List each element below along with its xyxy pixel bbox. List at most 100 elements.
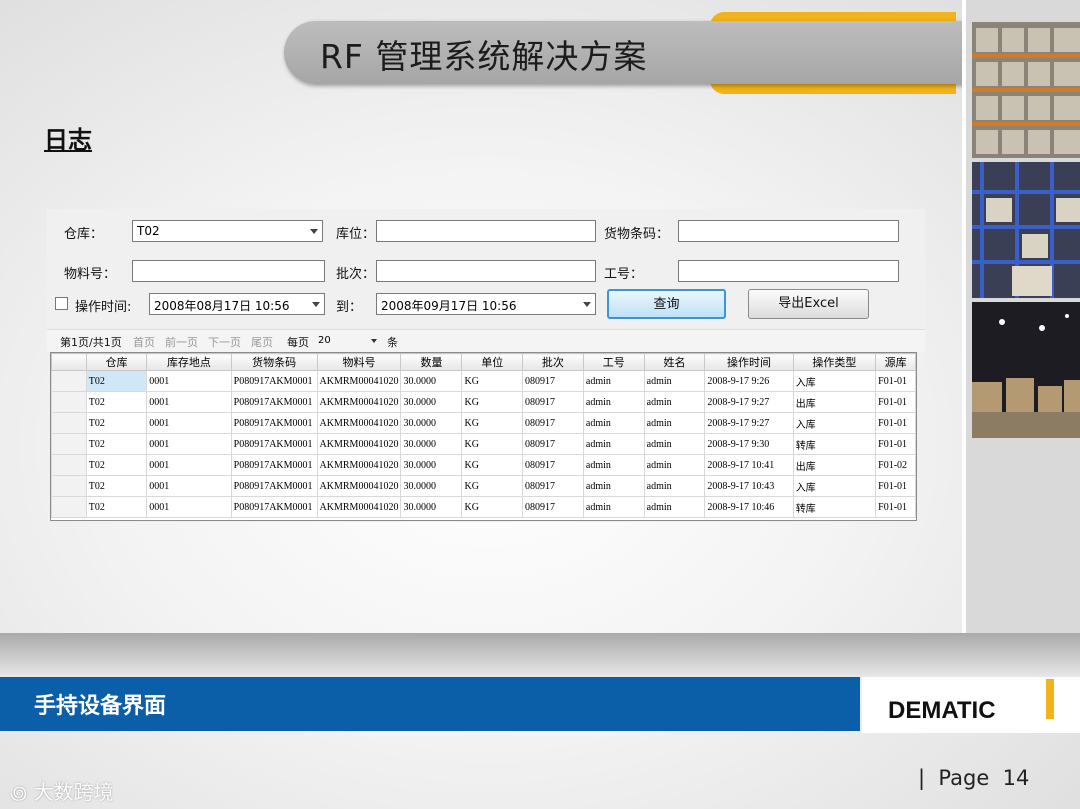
table-cell[interactable]: 0001 (146, 370, 232, 392)
table-cell[interactable]: KG (461, 454, 523, 476)
table-cell[interactable]: 入库 (792, 475, 877, 497)
table-cell[interactable]: 出库 (792, 391, 877, 413)
table-cell[interactable]: 30.0000 (400, 370, 463, 392)
column-header[interactable]: 操作时间 (704, 353, 794, 371)
column-header[interactable]: 源库 (875, 353, 916, 371)
table-cell[interactable]: 入库 (792, 370, 877, 392)
export-excel-button[interactable]: 导出Excel (748, 289, 869, 319)
table-cell[interactable]: 080917 (521, 496, 584, 518)
table-cell[interactable]: P080917AKM0001 (230, 496, 318, 518)
table-cell[interactable]: KG (461, 412, 523, 434)
table-cell[interactable]: admin (643, 370, 706, 392)
column-header[interactable]: 物料号 (316, 353, 402, 371)
column-header[interactable]: 工号 (582, 353, 645, 371)
table-cell[interactable]: 080917 (521, 412, 584, 434)
table-cell[interactable]: AKMRM00041020 (316, 433, 402, 455)
table-cell[interactable]: 入库 (792, 412, 877, 434)
table-cell[interactable]: AKMRM00041020 (316, 391, 402, 413)
table-row[interactable]: T02 0001 P080917AKM0001 AKMRM00041020 30.000… (51, 454, 916, 476)
table-cell[interactable]: F01-01 (875, 370, 916, 392)
column-header[interactable]: 姓名 (643, 353, 706, 371)
column-header[interactable]: 货物条码 (230, 353, 318, 371)
column-header[interactable]: 批次 (521, 353, 584, 371)
optime-checkbox[interactable] (55, 297, 68, 310)
table-cell[interactable]: 30.0000 (400, 496, 463, 518)
table-cell[interactable]: 080917 (521, 433, 584, 455)
from-date-picker[interactable]: 2008年08月17日 10:56 (149, 293, 325, 315)
table-cell[interactable]: 2008-9-17 10:46 (704, 496, 794, 518)
table-cell[interactable]: 0001 (146, 412, 232, 434)
row-header[interactable] (51, 370, 87, 392)
table-cell[interactable]: 30.0000 (400, 454, 463, 476)
table-cell[interactable]: AKMRM00041020 (316, 496, 402, 518)
table-cell[interactable]: P080917AKM0001 (230, 475, 318, 497)
table-cell[interactable]: admin (582, 370, 645, 392)
table-cell[interactable]: 30.0000 (400, 433, 463, 455)
table-cell[interactable]: AKMRM00041020 (316, 475, 402, 497)
row-header[interactable] (51, 496, 87, 518)
table-cell[interactable]: AKMRM00041020 (316, 412, 402, 434)
next-page-link[interactable]: 下一页 (208, 334, 241, 350)
table-cell[interactable]: admin (643, 496, 706, 518)
table-cell[interactable]: KG (461, 433, 523, 455)
prev-page-link[interactable]: 前一页 (165, 334, 198, 350)
table-cell[interactable]: KG (461, 391, 523, 413)
first-page-link[interactable]: 首页 (133, 334, 155, 350)
table-cell[interactable]: admin (582, 454, 645, 476)
table-cell[interactable]: 转库 (792, 433, 877, 455)
warehouse-select[interactable]: T02 (132, 220, 323, 242)
table-cell[interactable]: T02 (85, 412, 148, 434)
table-cell[interactable]: 080917 (521, 391, 584, 413)
table-cell[interactable]: admin (582, 475, 645, 497)
table-cell[interactable]: T02 (85, 433, 148, 455)
table-cell[interactable]: admin (643, 433, 706, 455)
row-header[interactable] (51, 412, 87, 434)
table-cell[interactable]: AKMRM00041020 (316, 370, 402, 392)
table-row[interactable]: T02 0001 P080917AKM0001 AKMRM00041020 30.000… (51, 370, 916, 392)
worker-input[interactable] (678, 260, 899, 282)
table-cell[interactable]: 080917 (521, 454, 584, 476)
table-cell[interactable]: F01-01 (875, 391, 916, 413)
table-cell[interactable]: T02 (85, 370, 148, 392)
table-cell[interactable]: 0001 (146, 496, 232, 518)
table-cell[interactable]: P080917AKM0001 (230, 391, 318, 413)
table-cell[interactable]: KG (461, 496, 523, 518)
table-cell[interactable]: 0001 (146, 391, 232, 413)
column-header[interactable]: 操作类型 (792, 353, 877, 371)
table-cell[interactable]: AKMRM00041020 (316, 454, 402, 476)
table-cell[interactable]: 0001 (146, 454, 232, 476)
table-cell[interactable]: 0001 (146, 433, 232, 455)
last-page-link[interactable]: 尾页 (251, 334, 273, 350)
table-cell[interactable]: admin (582, 496, 645, 518)
table-cell[interactable]: 出库 (792, 454, 877, 476)
table-cell[interactable]: 2008-9-17 9:27 (704, 412, 794, 434)
table-cell[interactable]: T02 (85, 475, 148, 497)
table-cell[interactable]: 转库 (792, 496, 877, 518)
table-cell[interactable]: P080917AKM0001 (230, 454, 318, 476)
table-cell[interactable]: T02 (85, 454, 148, 476)
table-cell[interactable]: T02 (85, 496, 148, 518)
column-header[interactable]: 库存地点 (146, 353, 232, 371)
table-cell[interactable]: 2008-9-17 9:30 (704, 433, 794, 455)
table-cell[interactable]: F01-02 (875, 454, 916, 476)
table-cell[interactable]: P080917AKM0001 (230, 433, 318, 455)
to-date-picker[interactable]: 2008年09月17日 10:56 (376, 293, 596, 315)
table-cell[interactable]: P080917AKM0001 (230, 412, 318, 434)
batch-input[interactable] (376, 260, 596, 282)
per-page-select[interactable]: 20 (315, 333, 381, 348)
table-cell[interactable]: 30.0000 (400, 475, 463, 497)
table-cell[interactable]: 2008-9-17 9:27 (704, 391, 794, 413)
location-input[interactable] (376, 220, 596, 242)
query-button[interactable]: 查询 (607, 289, 726, 319)
table-cell[interactable]: 0001 (146, 475, 232, 497)
log-data-grid[interactable]: 仓库 库存地点 货物条码 物料号 数量 单位 批次 工号 姓名 操作时间 操作类… (50, 352, 917, 521)
row-header[interactable] (51, 391, 87, 413)
table-cell[interactable]: 2008-9-17 10:43 (704, 475, 794, 497)
table-cell[interactable]: admin (582, 391, 645, 413)
column-header[interactable]: 单位 (461, 353, 523, 371)
table-cell[interactable]: 30.0000 (400, 412, 463, 434)
table-cell[interactable]: F01-01 (875, 412, 916, 434)
table-row[interactable]: T02 0001 P080917AKM0001 AKMRM00041020 30.000… (51, 496, 916, 518)
material-input[interactable] (132, 260, 325, 282)
column-header[interactable]: 数量 (400, 353, 463, 371)
